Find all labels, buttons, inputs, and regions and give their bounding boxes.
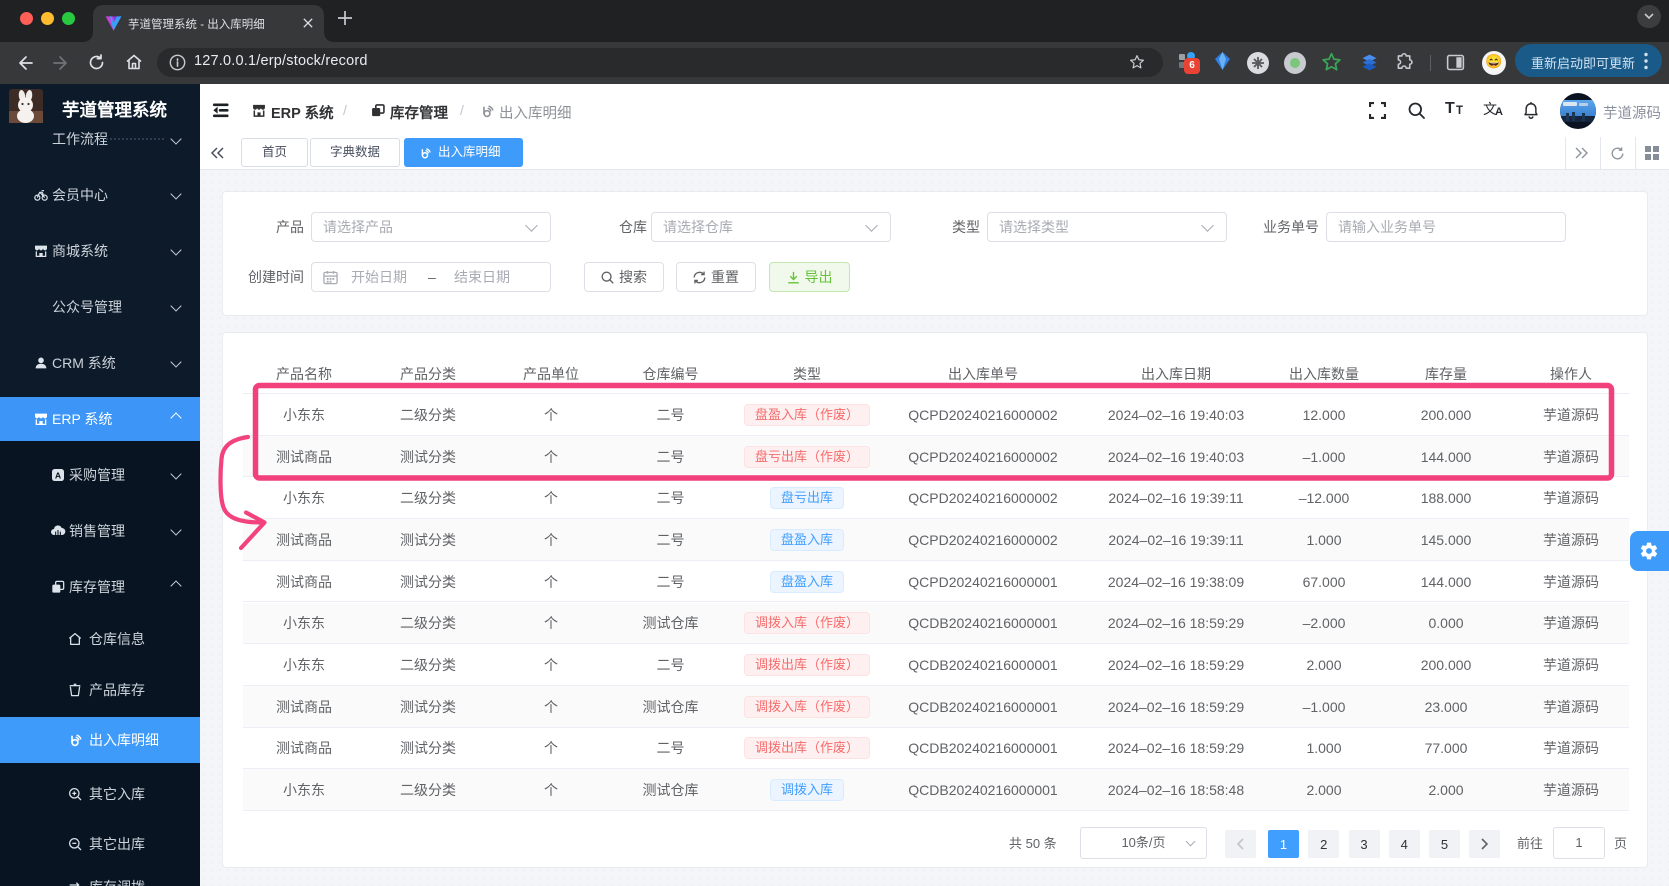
svg-text:A: A <box>55 470 62 480</box>
